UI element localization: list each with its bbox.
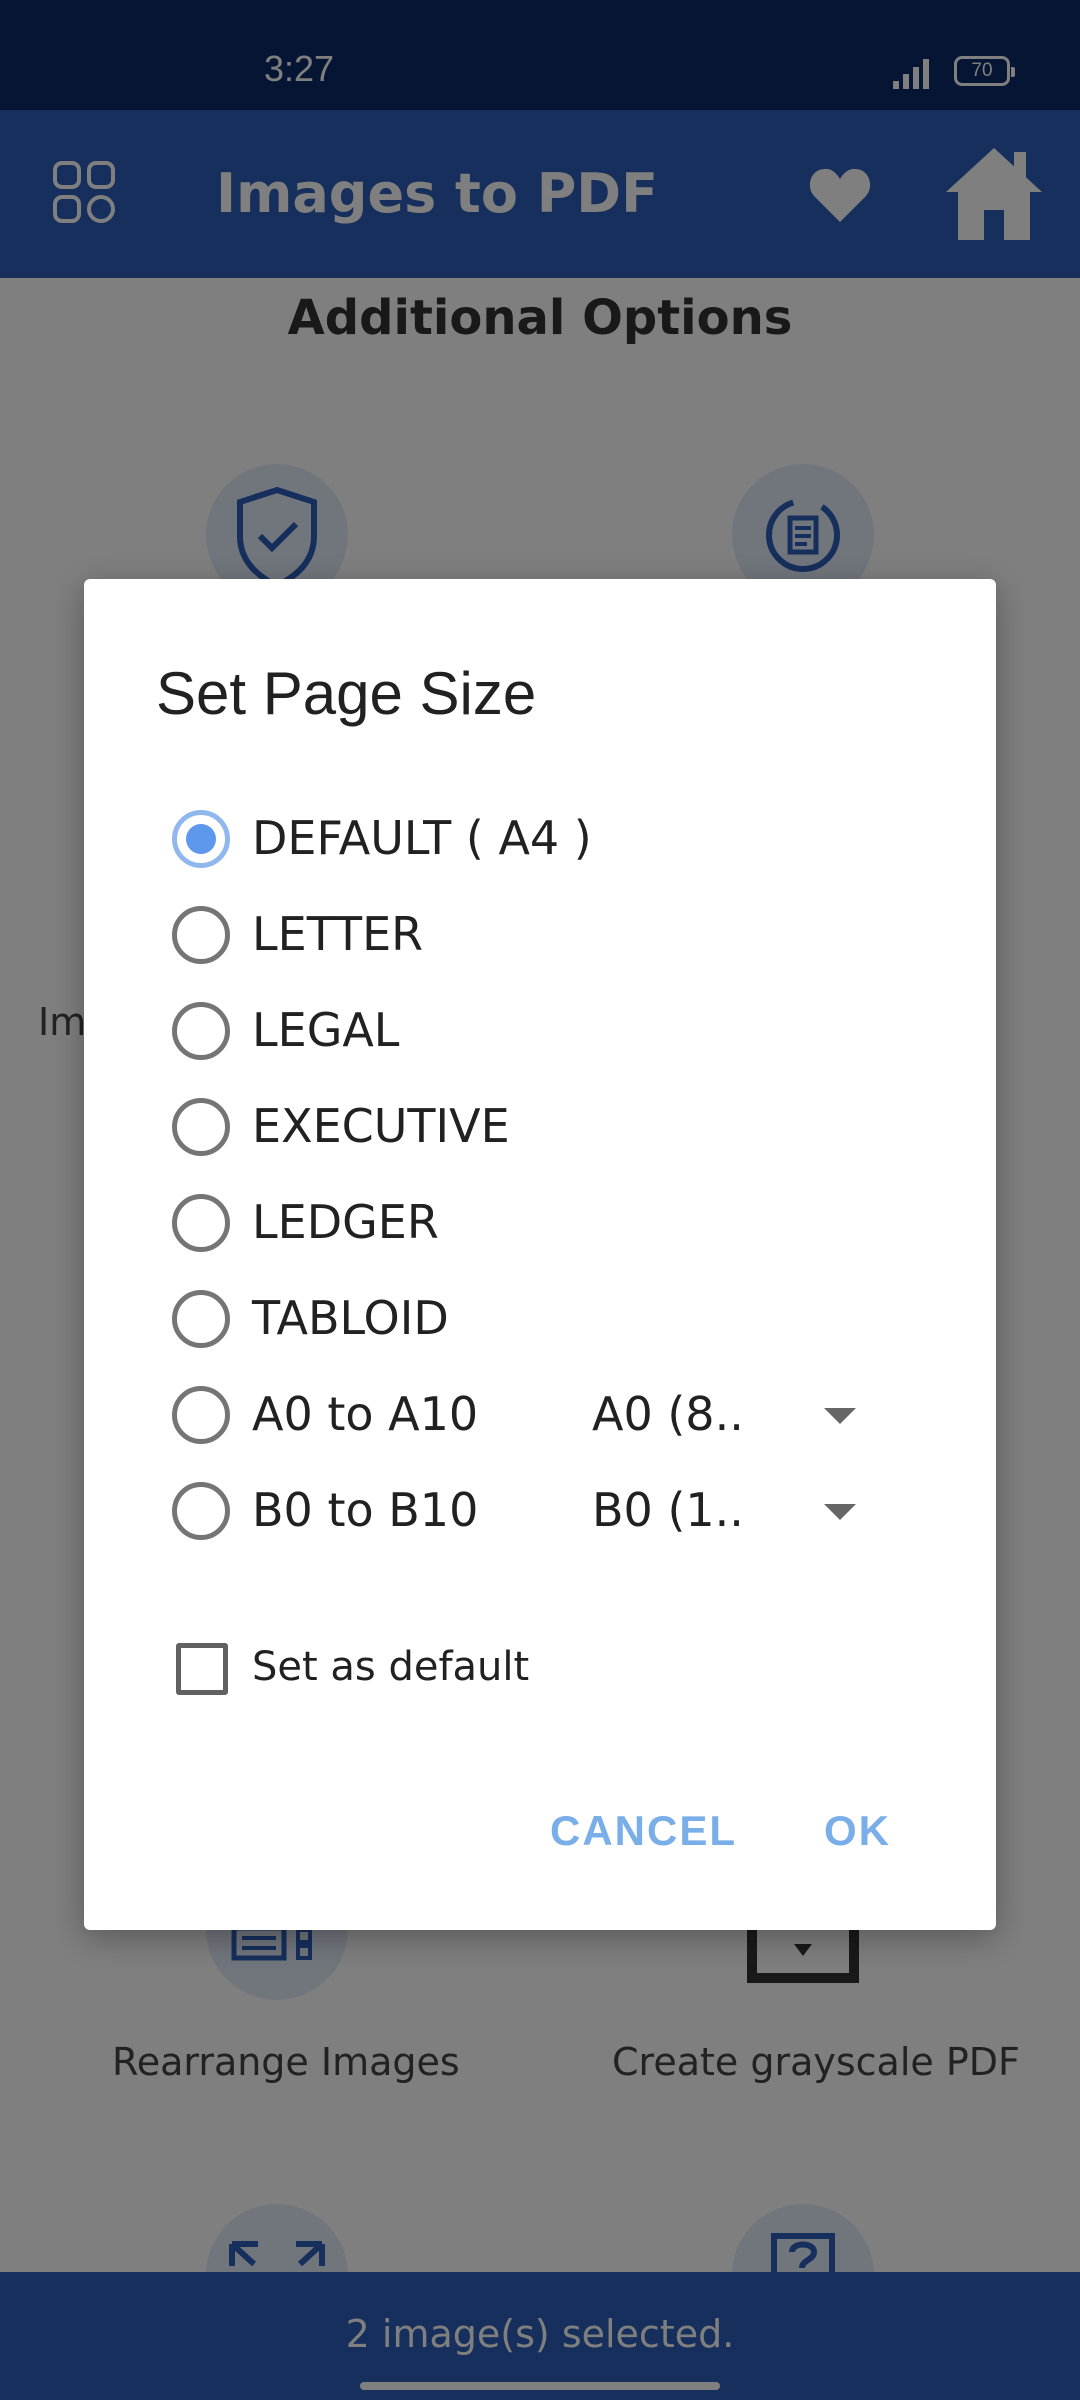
cancel-button[interactable]: CANCEL bbox=[550, 1807, 737, 1855]
dropdown-arrow-icon bbox=[824, 1408, 856, 1424]
radio-button[interactable] bbox=[172, 1098, 230, 1156]
radio-label: TABLOID bbox=[252, 1291, 449, 1345]
radio-label: EXECUTIVE bbox=[252, 1099, 510, 1153]
radio-option-letter[interactable]: LETTER bbox=[172, 896, 952, 976]
set-default-checkbox[interactable] bbox=[176, 1643, 228, 1695]
radio-option-legal[interactable]: LEGAL bbox=[172, 992, 952, 1072]
a-series-size-dropdown[interactable]: A0 (8.. bbox=[592, 1376, 904, 1456]
radio-button[interactable] bbox=[172, 1002, 230, 1060]
radio-option-ledger[interactable]: LEDGER bbox=[172, 1184, 952, 1264]
app-screen: 3:27 70 Images to PDF Additional Options bbox=[0, 0, 1080, 2400]
radio-option-b-series[interactable]: B0 to B10 B0 (1.. bbox=[172, 1472, 952, 1552]
radio-label: A0 to A10 bbox=[252, 1387, 479, 1441]
radio-button[interactable] bbox=[172, 1194, 230, 1252]
ok-button[interactable]: OK bbox=[824, 1807, 891, 1855]
dropdown-arrow-icon bbox=[824, 1504, 856, 1520]
radio-label: LEGAL bbox=[252, 1003, 400, 1057]
radio-button[interactable] bbox=[172, 1290, 230, 1348]
radio-button[interactable] bbox=[172, 906, 230, 964]
radio-label: B0 to B10 bbox=[252, 1483, 479, 1537]
radio-label: LETTER bbox=[252, 907, 424, 961]
radio-option-default[interactable]: DEFAULT ( A4 ) bbox=[172, 800, 952, 880]
dropdown-value: B0 (1.. bbox=[592, 1483, 744, 1537]
page-size-dialog-body: DEFAULT ( A4 ) LETTER LEGAL EXECUTIVE LE… bbox=[84, 579, 996, 1930]
radio-label: DEFAULT ( A4 ) bbox=[252, 811, 592, 865]
radio-label: LEDGER bbox=[252, 1195, 439, 1249]
radio-button[interactable] bbox=[172, 1482, 230, 1540]
radio-option-executive[interactable]: EXECUTIVE bbox=[172, 1088, 952, 1168]
radio-button[interactable] bbox=[172, 1386, 230, 1444]
dropdown-value: A0 (8.. bbox=[592, 1387, 744, 1441]
set-default-label: Set as default bbox=[252, 1644, 530, 1690]
radio-option-tabloid[interactable]: TABLOID bbox=[172, 1280, 952, 1360]
b-series-size-dropdown[interactable]: B0 (1.. bbox=[592, 1472, 904, 1552]
radio-option-a-series[interactable]: A0 to A10 A0 (8.. bbox=[172, 1376, 952, 1456]
radio-button[interactable] bbox=[172, 810, 230, 868]
